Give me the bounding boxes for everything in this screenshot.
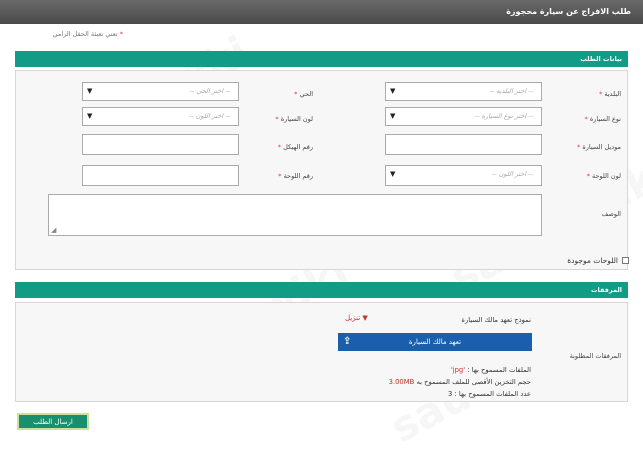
plate-number-input[interactable]	[82, 165, 239, 186]
description-textarea[interactable]: ◢	[48, 194, 542, 236]
upload-owner-undertaking-button[interactable]: ⇪ تعهد مالك السيارة	[338, 333, 532, 351]
car-color-label: لون السيارة *	[275, 115, 313, 123]
plate-color-label: لون اللوحة *	[586, 172, 621, 180]
required-note: * تعني تعبئة الحقل الزامي	[53, 30, 123, 38]
attachments-panel	[15, 302, 628, 402]
submit-request-button[interactable]: ارسال الطلب	[17, 413, 89, 430]
chevron-down-icon: ▼	[390, 87, 396, 95]
chevron-down-icon: ▼	[87, 87, 93, 95]
page: saudi.wiki saudi.wiki saudi.wiki saudi.w…	[0, 0, 643, 453]
chevron-down-icon: ▼	[87, 112, 93, 120]
car-type-label: نوع السيارة *	[584, 115, 621, 123]
car-type-select[interactable]: -- اختر نوع السيارة -- ▼	[385, 107, 542, 126]
plates-present-checkbox[interactable]	[622, 257, 629, 264]
download-link[interactable]: ▼ تنزيل	[345, 314, 368, 322]
allowed-files-line: الملفات المسموح بها : 'jpg'	[450, 366, 531, 374]
section-header-request-data: بيانات الطلب	[15, 51, 628, 67]
plate-color-select[interactable]: -- اختر اللون -- ▼	[385, 165, 542, 186]
required-note-text: تعني تعبئة الحقل الزامي	[52, 30, 118, 38]
max-size-line: حجم التخزين الأقصى للملف المسموح به 3.00…	[388, 378, 531, 386]
upload-icon: ⇪	[343, 336, 352, 347]
required-star: *	[119, 30, 123, 38]
owner-undertaking-form-title: نموذج تعهد مالك السيارة	[461, 316, 531, 324]
municipality-select[interactable]: -- اختر البلدية -- ▼	[385, 82, 542, 101]
resize-grip-icon[interactable]: ◢	[51, 226, 56, 234]
description-label: الوصف	[601, 210, 621, 218]
district-label: الحي *	[294, 90, 313, 98]
chevron-down-icon: ▼	[390, 112, 396, 120]
download-icon: ▼	[362, 314, 368, 322]
car-color-select[interactable]: -- اختر اللون -- ▼	[82, 107, 239, 126]
municipality-label: البلدية *	[599, 90, 621, 98]
chassis-number-label: رقم الهيكل *	[277, 143, 313, 151]
chassis-number-input[interactable]	[82, 134, 239, 155]
car-model-label: موديل السيارة *	[577, 143, 621, 151]
file-count-line: عدد الملفات المسموح بها : 3	[447, 390, 531, 398]
section-header-attachments: المرفقات	[15, 282, 628, 298]
district-select[interactable]: -- اختر الحي -- ▼	[82, 82, 239, 101]
plates-present-label: اللوحات موجودة	[567, 256, 618, 265]
page-title: طلب الافراج عن سيارة محجوزة	[0, 0, 643, 24]
plate-number-label: رقم اللوحة *	[278, 172, 313, 180]
required-attachments-label: المرفقات المطلوبة	[569, 352, 621, 360]
plates-present-row[interactable]: اللوحات موجودة	[567, 256, 629, 265]
chevron-down-icon: ▼	[390, 170, 396, 178]
car-model-input[interactable]	[385, 134, 542, 155]
